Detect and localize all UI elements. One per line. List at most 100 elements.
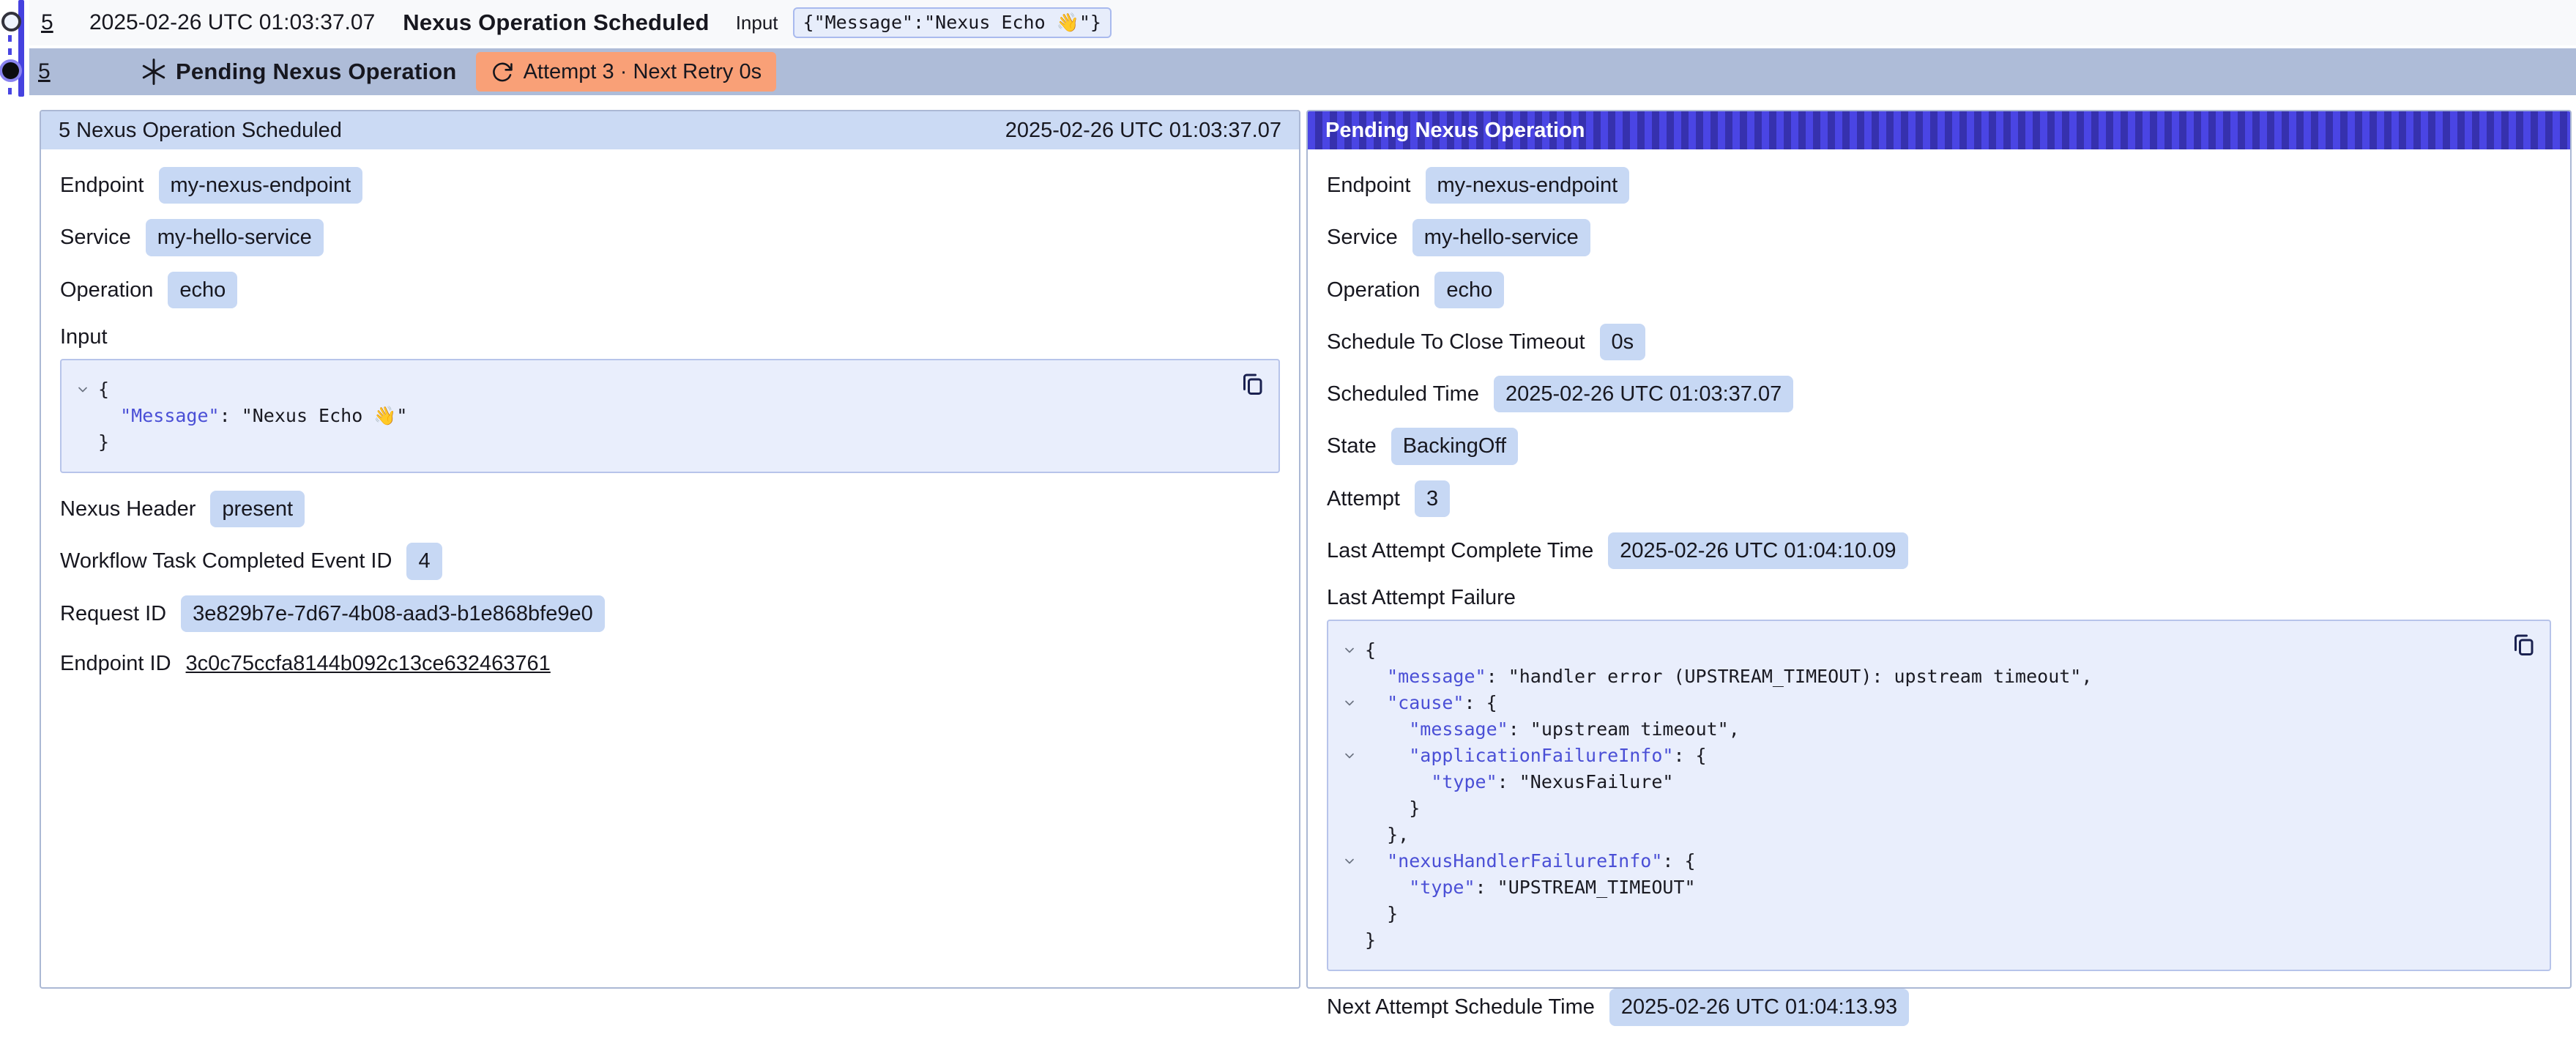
code-text: }	[98, 429, 109, 456]
code-text: "cause": {	[1365, 690, 1497, 716]
code-text: "nexusHandlerFailureInfo": {	[1365, 848, 1696, 874]
collapse-toggle-icon[interactable]	[1334, 637, 1365, 664]
code-viewer-last-attempt-failure: { "message": "handler error (UPSTREAM_TI…	[1327, 620, 2551, 971]
field-label-attempt: Attempt	[1327, 486, 1400, 512]
code-text: "message": "handler error (UPSTREAM_TIME…	[1365, 664, 2092, 690]
code-gutter	[1334, 769, 1365, 795]
copy-icon[interactable]	[1239, 371, 1265, 397]
field-row-endpoint: Endpoint my-nexus-endpoint	[1327, 167, 2551, 204]
field-label-nexus-header: Nexus Header	[60, 496, 196, 522]
panel-header-pending: Pending Nexus Operation	[1308, 111, 2570, 149]
collapse-toggle-icon[interactable]	[1334, 690, 1365, 716]
code-text: "type": "NexusFailure"	[1365, 769, 1673, 795]
field-label-workflow-task-completed-event-id: Workflow Task Completed Event ID	[60, 548, 392, 574]
field-row-attempt: Attempt3	[1327, 480, 2551, 517]
event-detail-panel-pending: Pending Nexus Operation Endpoint my-nexus…	[1306, 110, 2572, 989]
field-row-next-attempt-schedule-time: Next Attempt Schedule Time 2025-02-26 UTC…	[1327, 989, 2551, 1025]
code-line: "type": "UPSTREAM_TIMEOUT"	[1334, 874, 2484, 901]
field-label-scheduled-time: Scheduled Time	[1327, 381, 1479, 407]
field-row-last-attempt-complete-time: Last Attempt Complete Time 2025-02-26 UTC…	[1327, 532, 2551, 569]
field-row-endpoint-id: Endpoint ID 3c0c75ccfa8144b092c13ce632463…	[60, 647, 1280, 680]
code-line: }	[1334, 795, 2484, 822]
field-label-last-attempt-complete-time: Last Attempt Complete Time	[1327, 538, 1593, 564]
code-line: {	[67, 376, 1213, 403]
retry-badge: Attempt 3 · Next Retry 0s	[476, 52, 777, 92]
field-chip-request-id: 3e829b7e-7d67-4b08-aad3-b1e868bfe9e0	[181, 595, 605, 632]
copy-icon[interactable]	[2510, 631, 2536, 658]
input-label: Input	[736, 11, 778, 35]
event-timestamp: 2025-02-26 UTC 01:03:37.07	[89, 9, 375, 37]
collapse-toggle-icon[interactable]	[67, 376, 98, 403]
code-line: "message": "handler error (UPSTREAM_TIME…	[1334, 664, 2484, 690]
code-text: "type": "UPSTREAM_TIMEOUT"	[1365, 874, 1696, 901]
field-label-input: Input	[60, 324, 1280, 350]
event-id-link[interactable]: 5	[38, 58, 70, 86]
field-label-endpoint: Endpoint	[60, 172, 144, 198]
field-chip-state: BackingOff	[1391, 428, 1518, 464]
code-gutter	[1334, 874, 1365, 901]
field-label-next-attempt-schedule-time: Next Attempt Schedule Time	[1327, 994, 1595, 1020]
field-row-state: State BackingOff	[1327, 428, 2551, 464]
code-gutter	[1334, 716, 1365, 743]
code-line: "type": "NexusFailure"	[1334, 769, 2484, 795]
code-text: {	[98, 376, 109, 403]
code-gutter	[1334, 664, 1365, 690]
field-chip-service: my-hello-service	[146, 219, 324, 256]
field-label-endpoint-id: Endpoint ID	[60, 650, 171, 677]
field-row-nexus-header: Nexus Header present	[60, 491, 1280, 527]
history-row-nexus-operation-scheduled[interactable]: 5 2025-02-26 UTC 01:03:37.07 Nexus Opera…	[29, 0, 2576, 45]
field-label-operation: Operation	[1327, 277, 1420, 303]
field-chip-operation: echo	[1434, 272, 1504, 308]
field-row-workflow-task-completed-event-id: Workflow Task Completed Event ID 4	[60, 543, 1280, 579]
code-gutter	[1334, 927, 1365, 954]
code-text: {	[1365, 637, 1376, 664]
field-chip-next-attempt-schedule-time: 2025-02-26 UTC 01:04:13.93	[1609, 989, 1909, 1025]
field-chip-last-attempt-complete-time: 2025-02-26 UTC 01:04:10.09	[1608, 532, 1907, 569]
code-line: "cause": {	[1334, 690, 2484, 716]
field-label-service: Service	[60, 224, 131, 250]
field-row-service: Servicemy-hello-service	[1327, 219, 2551, 256]
panel-title: Pending Nexus Operation	[1325, 117, 1585, 144]
panel-header-scheduled: 5 Nexus Operation Scheduled 2025-02-26 U…	[41, 111, 1299, 149]
code-line: "Message": "Nexus Echo 👋"	[67, 403, 1213, 429]
field-row-scheduled-time: Scheduled Time2025-02-26 UTC 01:03:37.07	[1327, 376, 2551, 412]
field-chip-workflow-task-completed-event-id: 4	[406, 543, 442, 579]
code-gutter	[1334, 822, 1365, 848]
code-line: {	[1334, 637, 2484, 664]
code-text: }	[1365, 795, 1420, 822]
event-id-link[interactable]: 5	[41, 9, 73, 37]
timeline-rail	[0, 0, 29, 103]
history-row-pending-nexus-operation[interactable]: 5 Pending Nexus Operation Attempt 3 · Ne…	[29, 48, 2576, 95]
code-line: "message": "upstream timeout",	[1334, 716, 2484, 743]
event-title: Pending Nexus Operation	[176, 58, 457, 86]
field-row-operation: Operationecho	[60, 272, 1280, 308]
field-link-endpoint-id[interactable]: 3c0c75ccfa8144b092c13ce632463761	[186, 650, 551, 677]
timeline-active-bar	[18, 0, 24, 97]
field-label-endpoint: Endpoint	[1327, 172, 1411, 198]
panel-title: 5 Nexus Operation Scheduled	[59, 117, 342, 144]
code-text: }	[1365, 901, 1398, 927]
field-chip-nexus-header: present	[210, 491, 305, 527]
timeline-node-open-icon	[1, 12, 21, 31]
code-gutter	[67, 403, 98, 429]
code-text: "Message": "Nexus Echo 👋"	[98, 403, 407, 429]
field-label-schedule-to-close-timeout: Schedule To Close Timeout	[1327, 329, 1585, 355]
collapse-toggle-icon[interactable]	[1334, 743, 1365, 769]
field-chip-service: my-hello-service	[1412, 219, 1590, 256]
event-detail-panel-scheduled: 5 Nexus Operation Scheduled 2025-02-26 U…	[40, 110, 1300, 989]
input-preview-chip: {"Message":"Nexus Echo 👋"}	[793, 7, 1112, 37]
collapse-toggle-icon[interactable]	[1334, 848, 1365, 874]
field-row-schedule-to-close-timeout: Schedule To Close Timeout0s	[1327, 324, 2551, 360]
field-chip-endpoint: my-nexus-endpoint	[1426, 167, 1630, 204]
retry-badge-label: Attempt 3 · Next Retry 0s	[524, 59, 762, 85]
field-row-service: Service my-hello-service	[60, 219, 1280, 256]
field-label-state: State	[1327, 433, 1377, 459]
code-text: }	[1365, 927, 1376, 954]
field-chip-endpoint: my-nexus-endpoint	[159, 167, 363, 204]
retry-icon	[491, 61, 513, 83]
panel-body-scheduled: Endpoint my-nexus-endpoint Service my-hello…	[41, 149, 1299, 713]
field-label-operation: Operation	[60, 277, 153, 303]
code-text: "applicationFailureInfo": {	[1365, 743, 1707, 769]
code-line: "applicationFailureInfo": {	[1334, 743, 2484, 769]
timeline-node-current-icon	[2, 62, 19, 79]
